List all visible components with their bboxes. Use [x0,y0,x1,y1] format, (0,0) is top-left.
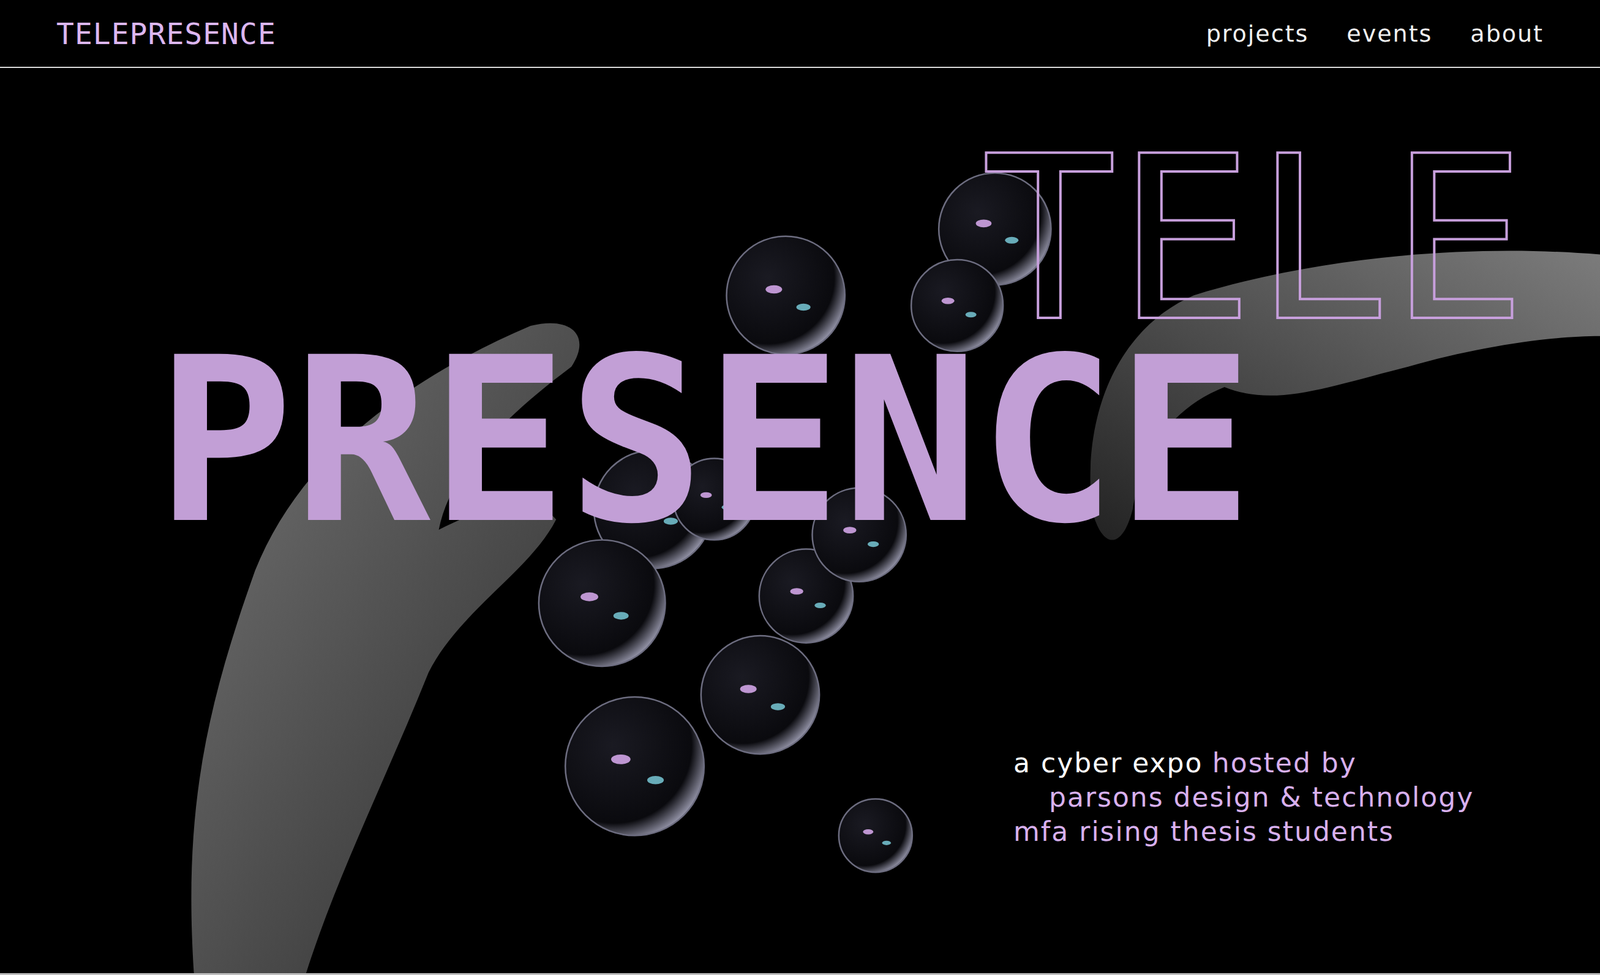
tagline-text: parsons design & technology [1048,781,1474,813]
title-top: TELE [980,147,1527,332]
tagline-text: hosted by [1212,747,1357,779]
nav-link[interactable]: about [1470,20,1544,48]
nav: projects events about [1206,20,1544,48]
page: TELEPRESENCEprojectseventsaboutTELEPRESE… [0,0,1600,975]
bubble-icon [701,635,820,754]
title-bottom: PRESENCE [156,343,1254,540]
title-top-row: TELE [0,147,1600,332]
nav-link[interactable]: events [1346,20,1433,48]
bubble-icon [538,540,666,667]
bubble-icon [838,798,913,872]
tagline-line: mfa rising thesis students [1013,816,1474,847]
nav-link[interactable]: projects [1206,20,1310,48]
tagline: a cyber expo hosted byparsons design & te… [1013,747,1474,847]
tagline-text: mfa rising thesis students [1013,816,1395,847]
bubble-icon [565,696,705,836]
hero: TELEPRESENCE a cyber expo hosted byparsons… [0,67,1600,975]
tagline-line: a cyber expo hosted by [1013,747,1474,779]
bubble-icon [726,236,846,355]
header: TELEPRESENCE projects events about [0,0,1600,68]
tagline-text: a cyber expo [1013,747,1203,779]
logo[interactable]: TELEPRESENCE [56,16,277,51]
title-bottom-row: PRESENCE [0,343,1600,540]
tagline-line: parsons design & technology [1013,781,1474,813]
